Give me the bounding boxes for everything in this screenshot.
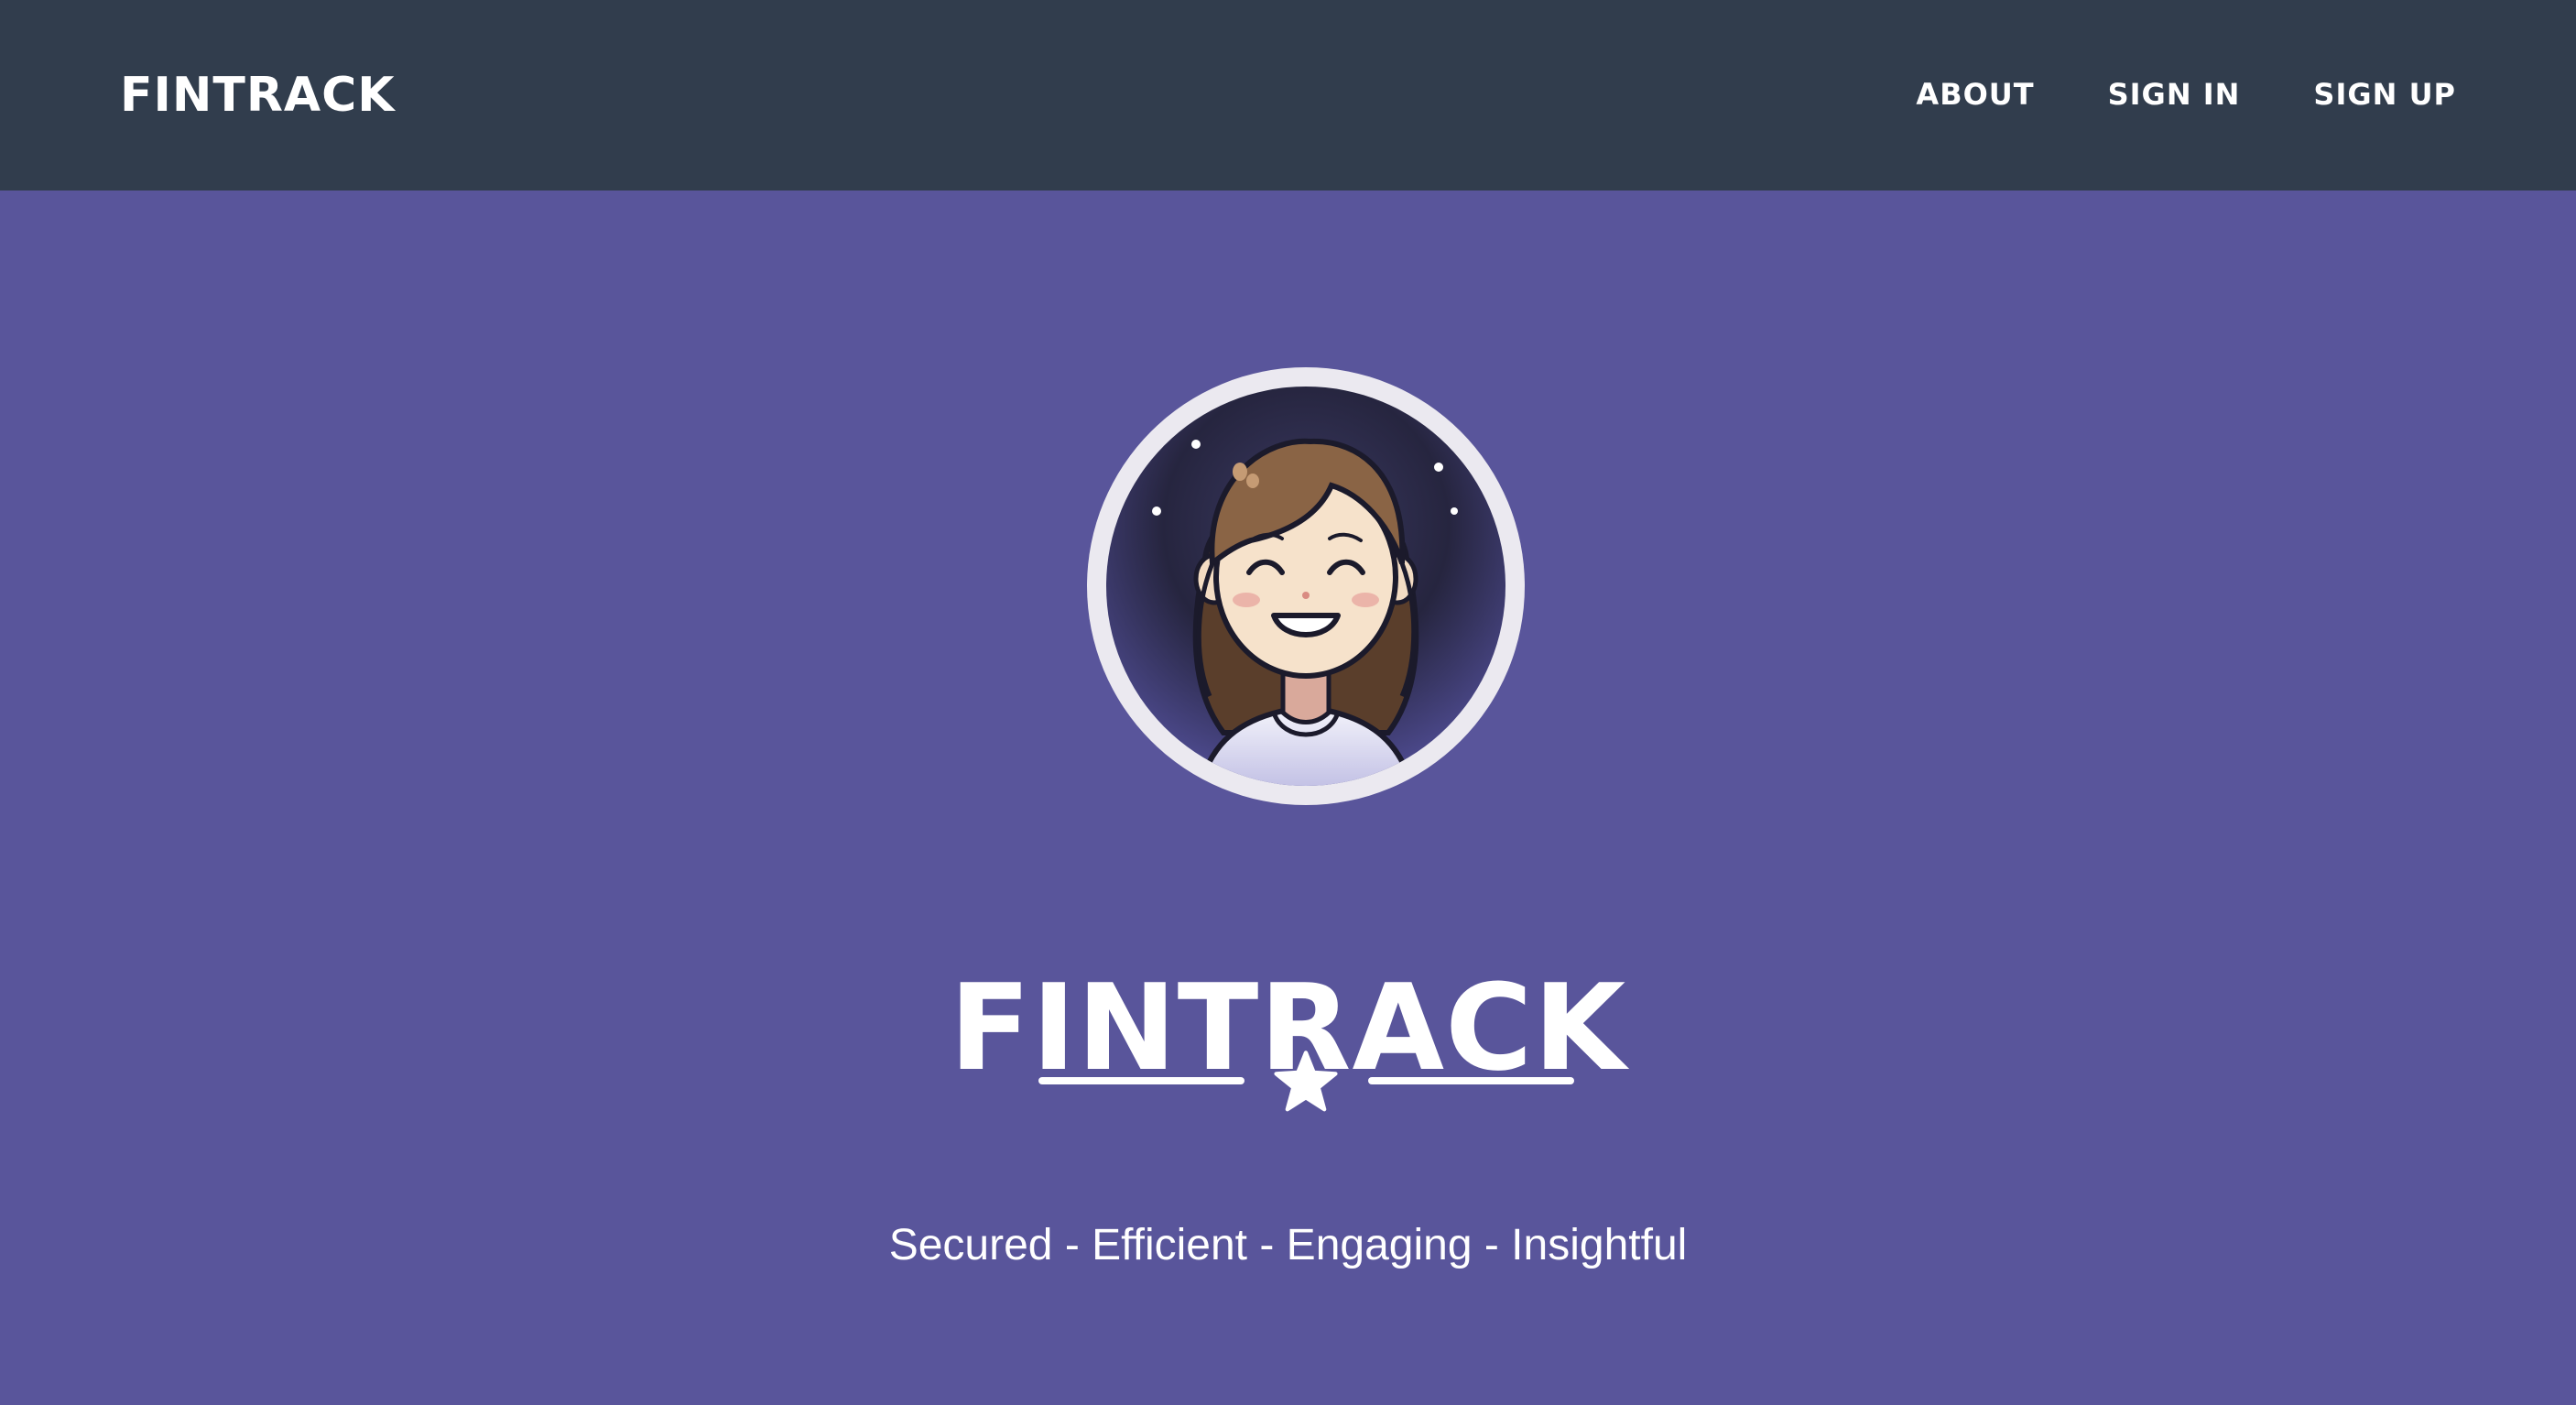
hero-tagline: Secured - Efficient - Engaging - Insight…: [888, 1221, 1688, 1269]
star-icon: [1274, 1051, 1338, 1112]
avatar: [1086, 366, 1526, 806]
nav-sign-up-link[interactable]: SIGN UP: [2313, 73, 2456, 115]
nav-sign-in-link[interactable]: SIGN IN: [2108, 73, 2241, 115]
smiling-girl-avatar-icon: [1087, 367, 1525, 805]
divider-line-left: [1038, 1077, 1245, 1084]
hero-divider: [1038, 1044, 1574, 1117]
nav-links: ABOUT SIGN IN SIGN UP: [1916, 73, 2456, 115]
top-navbar: FINTRACK ABOUT SIGN IN SIGN UP: [0, 0, 2576, 191]
divider-line-right: [1368, 1077, 1574, 1084]
nav-about-link[interactable]: ABOUT: [1916, 73, 2034, 115]
brand-logo-link[interactable]: FINTRACK: [120, 64, 396, 126]
